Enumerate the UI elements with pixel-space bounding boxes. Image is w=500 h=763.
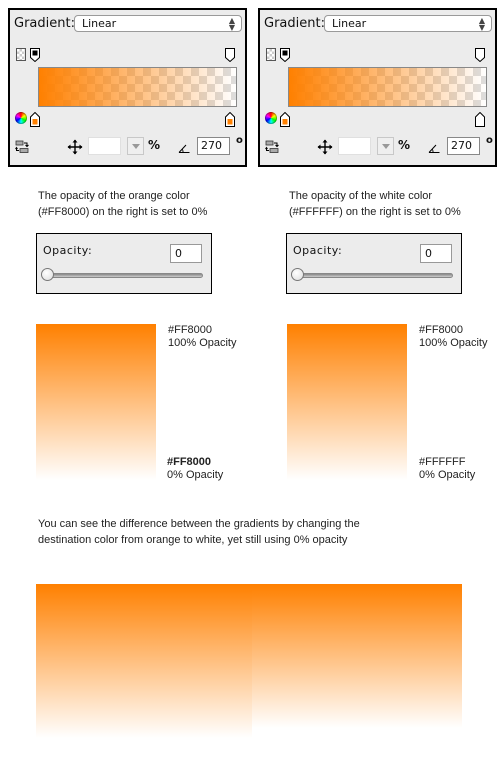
select-updown-icon: ▲ ▼ bbox=[478, 16, 485, 32]
move-icon bbox=[67, 139, 83, 155]
swatch-bottom-note: #FF8000 0% Opacity bbox=[167, 456, 224, 481]
gradient-type-select[interactable]: Linear ▲ ▼ bbox=[324, 15, 492, 32]
opacity-stop-end-icon[interactable] bbox=[475, 48, 485, 62]
opacity-panel-white: Opacity: 0 bbox=[286, 233, 462, 294]
gradient-panel-orange: Gradient: Linear ▲ ▼ % 270 o bbox=[8, 8, 247, 167]
stop-position-dropdown[interactable] bbox=[377, 137, 394, 155]
opacity-slider-track[interactable] bbox=[295, 273, 453, 278]
percent-label: % bbox=[148, 138, 161, 152]
opacity-input[interactable]: 0 bbox=[420, 244, 452, 263]
angle-icon bbox=[178, 144, 190, 153]
swatch-top-note: #FF8000 100% Opacity bbox=[168, 324, 237, 349]
opacity-stop-end-icon[interactable] bbox=[225, 48, 235, 62]
transparency-checker-icon[interactable] bbox=[266, 48, 276, 61]
stop-position-dropdown[interactable] bbox=[127, 137, 144, 155]
opacity-slider-thumb[interactable] bbox=[291, 268, 304, 281]
gradient-label: Gradient: bbox=[264, 16, 325, 31]
color-stop-start-icon[interactable] bbox=[30, 112, 40, 127]
caption-comparison: You can see the difference between the g… bbox=[38, 518, 360, 546]
color-wheel-icon[interactable] bbox=[265, 112, 277, 124]
comparison-gradient-orange bbox=[36, 584, 252, 738]
opacity-label: Opacity: bbox=[43, 244, 93, 257]
swatch-top-note: #FF8000 100% Opacity bbox=[419, 324, 488, 349]
opacity-stop-start-icon[interactable] bbox=[30, 48, 40, 62]
swap-stops-icon[interactable] bbox=[15, 140, 29, 154]
degree-symbol: o bbox=[236, 135, 243, 146]
opacity-stop-start-icon[interactable] bbox=[280, 48, 290, 62]
swatch-orange-to-transparent-orange bbox=[36, 324, 156, 480]
transparency-checker-icon[interactable] bbox=[16, 48, 26, 61]
gradient-ramp-fill bbox=[39, 68, 236, 106]
gradient-label: Gradient: bbox=[14, 16, 75, 31]
swatch-orange-to-transparent-white bbox=[287, 324, 407, 480]
stop-position-input[interactable] bbox=[88, 137, 121, 155]
stop-position-input[interactable] bbox=[338, 137, 371, 155]
swatch-bottom-note: #FFFFFF 0% Opacity bbox=[419, 456, 476, 481]
gradient-ramp[interactable] bbox=[38, 67, 237, 107]
opacity-slider-thumb[interactable] bbox=[41, 268, 54, 281]
move-icon bbox=[317, 139, 333, 155]
angle-icon bbox=[428, 144, 440, 153]
degree-symbol: o bbox=[486, 135, 493, 146]
color-wheel-icon[interactable] bbox=[15, 112, 27, 124]
gradient-type-value: Linear bbox=[82, 17, 117, 30]
select-updown-icon: ▲ ▼ bbox=[228, 16, 235, 32]
opacity-panel-orange: Opacity: 0 bbox=[36, 233, 212, 294]
opacity-label: Opacity: bbox=[293, 244, 343, 257]
angle-input[interactable]: 270 bbox=[197, 137, 230, 155]
gradient-type-select[interactable]: Linear ▲ ▼ bbox=[74, 15, 242, 32]
comparison-gradient-white bbox=[252, 584, 462, 728]
swap-stops-icon[interactable] bbox=[265, 140, 279, 154]
color-stop-start-icon[interactable] bbox=[280, 112, 290, 127]
color-stop-end-icon[interactable] bbox=[475, 112, 485, 127]
opacity-slider-track[interactable] bbox=[45, 273, 203, 278]
opacity-input[interactable]: 0 bbox=[170, 244, 202, 263]
caption-orange: The opacity of the orange color (#FF8000… bbox=[38, 190, 208, 218]
gradient-ramp[interactable] bbox=[288, 67, 487, 107]
gradient-type-value: Linear bbox=[332, 17, 367, 30]
color-stop-end-icon[interactable] bbox=[225, 112, 235, 127]
gradient-ramp-fill bbox=[289, 68, 486, 106]
angle-input[interactable]: 270 bbox=[447, 137, 480, 155]
percent-label: % bbox=[398, 138, 411, 152]
caption-white: The opacity of the white color (#FFFFFF)… bbox=[289, 190, 461, 218]
gradient-panel-white: Gradient: Linear ▲ ▼ % 270 o bbox=[258, 8, 497, 167]
